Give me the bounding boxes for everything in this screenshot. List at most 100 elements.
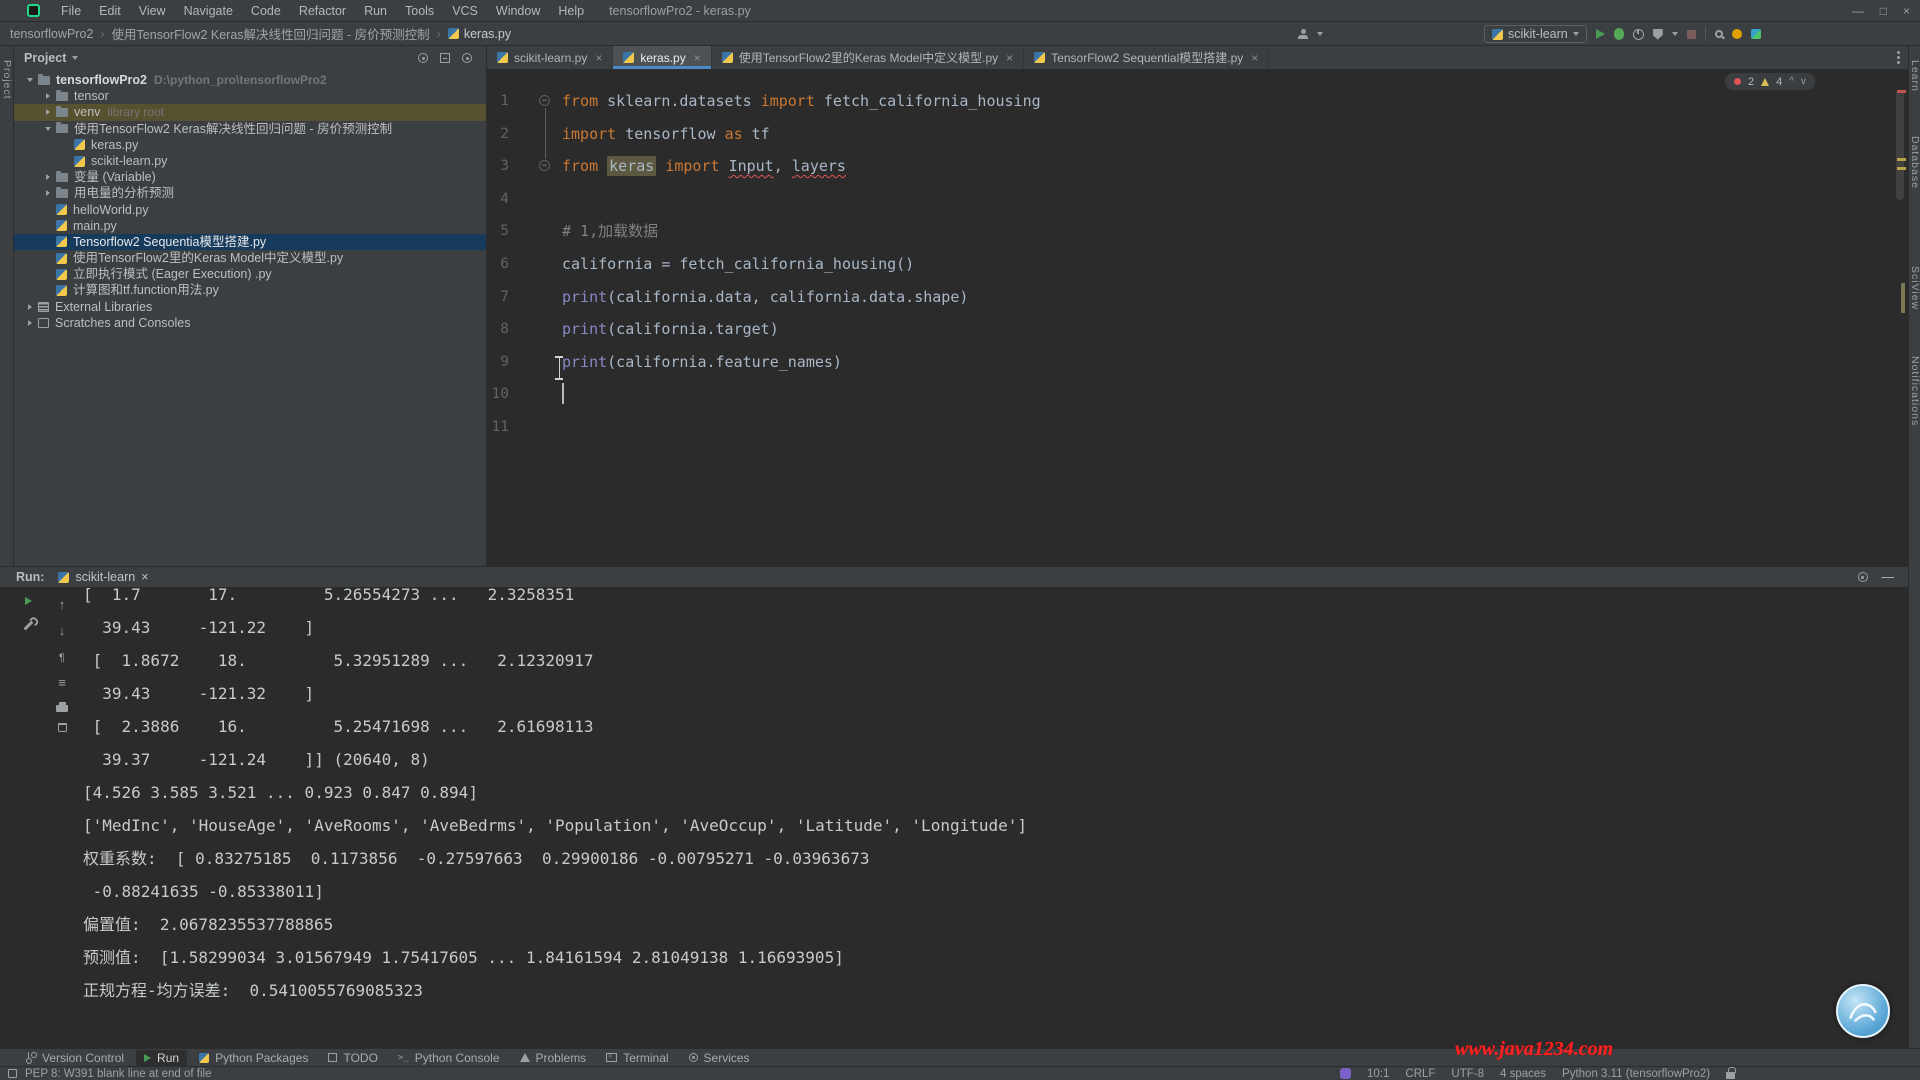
tree-item[interactable]: keras.py [14, 137, 486, 153]
debug-button[interactable] [1614, 28, 1624, 40]
toolwindow-button-services[interactable]: Services [681, 1050, 758, 1066]
tree-item[interactable]: tensorflowPro2D:\python_pro\tensorflowPr… [14, 72, 486, 88]
scroll-end-icon[interactable] [58, 675, 66, 690]
breadcrumb-item[interactable]: tensorflowPro2 [10, 27, 93, 41]
tree-item[interactable]: External Libraries [14, 299, 486, 315]
tree-item[interactable]: 立即执行模式 (Eager Execution) .py [14, 266, 486, 282]
menu-edit[interactable]: Edit [90, 4, 130, 18]
coverage-button[interactable] [1653, 29, 1663, 40]
run-config-selector[interactable]: scikit-learn [1484, 25, 1587, 43]
code-editor[interactable]: scikit-learn.py×keras.py×使用TensorFlow2里的… [487, 46, 1908, 566]
usage-stripe-mark[interactable] [1901, 283, 1905, 313]
panel-settings-icon[interactable] [462, 53, 472, 63]
menu-refactor[interactable]: Refactor [290, 4, 355, 18]
menu-window[interactable]: Window [487, 4, 549, 18]
toolwindow-button-version-control[interactable]: Version Control [20, 1050, 132, 1066]
run-button[interactable] [1596, 29, 1605, 39]
encoding[interactable]: UTF-8 [1451, 1068, 1484, 1080]
print-icon[interactable] [56, 705, 68, 712]
tree-item[interactable]: 计算图和tf.function用法.py [14, 282, 486, 298]
project-panel-header[interactable]: Project [24, 51, 78, 65]
run-console-output[interactable]: [ 1.7 17. 5.26554273 ... 2.3258351 39.43… [83, 578, 1027, 1007]
close-icon[interactable]: × [1251, 51, 1258, 65]
tree-item[interactable]: scikit-learn.py [14, 153, 486, 169]
close-icon[interactable]: × [694, 51, 701, 65]
menu-help[interactable]: Help [549, 4, 593, 18]
caret-position[interactable]: 10:1 [1367, 1068, 1389, 1080]
profiler-button[interactable] [1633, 29, 1644, 40]
toolwindow-button-terminal[interactable]: >Terminal [598, 1050, 676, 1066]
tree-item[interactable]: tensor [14, 88, 486, 104]
run-tab-scikit-learn[interactable]: scikit-learn × [58, 570, 148, 584]
clear-icon[interactable] [58, 723, 67, 732]
softwrap-icon[interactable] [59, 649, 65, 664]
menu-vcs[interactable]: VCS [443, 4, 487, 18]
stripe-project-button[interactable]: Project [1, 60, 13, 100]
menu-run[interactable]: Run [355, 4, 396, 18]
editor-tab[interactable]: TensorFlow2 Sequential模型搭建.py× [1024, 46, 1269, 69]
editor-scrollbar[interactable] [1896, 90, 1904, 200]
tree-item[interactable]: helloWorld.py [14, 202, 486, 218]
warning-stripe-mark[interactable] [1897, 158, 1906, 161]
fold-collapse-icon[interactable]: − [539, 160, 550, 171]
editor-tab[interactable]: keras.py× [613, 46, 711, 69]
plugin-icon[interactable] [1751, 29, 1761, 39]
close-icon[interactable]: × [1006, 51, 1013, 65]
menu-tools[interactable]: Tools [396, 4, 443, 18]
tree-item[interactable]: 使用TensorFlow2 Keras解决线性回归问题 - 房价预测控制 [14, 121, 486, 137]
line-ending[interactable]: CRLF [1405, 1068, 1435, 1080]
minimize-button[interactable]: — [1852, 4, 1864, 18]
project-tree[interactable]: tensorflowPro2D:\python_pro\tensorflowPr… [14, 72, 486, 331]
close-button[interactable]: × [1903, 4, 1910, 18]
stripe-database-button[interactable]: Database [1909, 136, 1920, 189]
stop-button[interactable] [1687, 30, 1696, 39]
stripe-sciview-button[interactable]: SciView [1909, 266, 1920, 310]
tab-options-icon[interactable] [1897, 51, 1900, 54]
stripe-notifications-button[interactable]: Notifications [1909, 356, 1920, 426]
tree-item[interactable]: main.py [14, 218, 486, 234]
lock-icon[interactable] [1726, 1072, 1735, 1079]
maximize-button[interactable]: □ [1880, 4, 1887, 18]
rerun-icon[interactable] [25, 597, 32, 605]
inspections-widget[interactable]: 2 4 ^ v [1725, 73, 1815, 90]
error-stripe-mark[interactable] [1897, 90, 1906, 93]
menu-file[interactable]: File [52, 4, 90, 18]
collapse-all-icon[interactable] [440, 53, 450, 63]
editor-tab[interactable]: scikit-learn.py× [487, 46, 613, 69]
close-icon[interactable]: × [141, 570, 148, 584]
breadcrumb-item[interactable]: keras.py [448, 27, 511, 41]
warning-stripe-mark[interactable] [1897, 167, 1906, 170]
tree-item[interactable]: Tensorflow2 Sequentia模型搭建.py [14, 234, 486, 250]
chevron-down-icon[interactable] [1317, 32, 1323, 36]
fold-collapse-icon[interactable]: − [539, 95, 550, 106]
toolwindow-button-run[interactable]: Run [136, 1050, 187, 1066]
tree-item[interactable]: 使用TensorFlow2里的Keras Model中定义模型.py [14, 250, 486, 266]
close-icon[interactable]: × [595, 51, 602, 65]
tree-item[interactable]: Scratches and Consoles [14, 315, 486, 331]
hide-panel-icon[interactable]: — [1882, 570, 1895, 584]
tree-item[interactable]: venvlibrary root [14, 104, 486, 120]
inspection-indicator-icon[interactable] [8, 1069, 17, 1078]
stripe-learn-button[interactable]: Learn [1909, 60, 1920, 92]
python-interpreter[interactable]: Python 3.11 (tensorflowPro2) [1562, 1068, 1710, 1080]
update-notification-icon[interactable] [1732, 29, 1742, 39]
up-icon[interactable] [59, 597, 66, 612]
down-icon[interactable] [59, 623, 66, 638]
menu-code[interactable]: Code [242, 4, 290, 18]
plugin-update-icon[interactable] [1340, 1068, 1351, 1079]
locate-file-icon[interactable] [418, 53, 428, 63]
menu-view[interactable]: View [130, 4, 175, 18]
next-issue-icon[interactable]: v [1801, 76, 1806, 87]
toolwindow-button-problems[interactable]: Problems [512, 1050, 595, 1066]
tree-item[interactable]: 变量 (Variable) [14, 169, 486, 185]
wrench-icon[interactable] [23, 621, 33, 631]
toolwindow-button-python-console[interactable]: >_Python Console [390, 1050, 508, 1066]
editor-tab[interactable]: 使用TensorFlow2里的Keras Model中定义模型.py× [712, 46, 1024, 69]
toolwindow-button-todo[interactable]: TODO [320, 1050, 385, 1066]
tree-item[interactable]: 用电量的分析预测 [14, 185, 486, 201]
run-settings-icon[interactable] [1858, 572, 1868, 582]
indent-style[interactable]: 4 spaces [1500, 1068, 1546, 1080]
menu-navigate[interactable]: Navigate [175, 4, 242, 18]
chevron-down-icon[interactable] [1672, 32, 1678, 36]
search-icon[interactable] [1715, 30, 1723, 38]
